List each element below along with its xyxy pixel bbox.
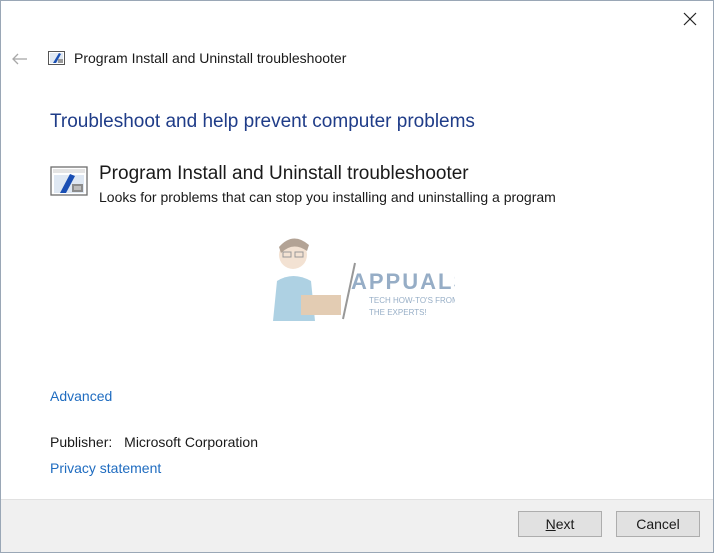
back-button[interactable] [10,49,30,69]
close-button[interactable] [673,5,707,33]
publisher-label: Publisher: [50,434,113,450]
publisher-value: Microsoft Corporation [124,434,258,450]
privacy-statement-link[interactable]: Privacy statement [50,460,161,476]
page-heading: Troubleshoot and help prevent computer p… [50,111,475,132]
publisher-info: Publisher: Microsoft Corporation [50,434,258,450]
next-mnemonic: N [545,516,556,532]
cancel-button[interactable]: Cancel [616,511,700,537]
next-label: ext [555,516,575,532]
close-icon [683,12,697,26]
appuals-watermark: APPUALS TECH HOW-TO'S FROM THE EXPERTS! [273,238,455,321]
advanced-link[interactable]: Advanced [50,388,112,404]
back-arrow-icon [12,53,27,65]
program-install-icon [50,166,88,196]
next-button[interactable]: Next [518,511,602,537]
troubleshooter-window: Program Install and Uninstall troublesho… [0,0,714,553]
watermark-tagline-2: THE EXPERTS! [369,308,427,317]
watermark-tagline-1: TECH HOW-TO'S FROM [369,296,455,305]
footer-bar: Next Cancel [1,499,713,552]
window-title: Program Install and Uninstall troublesho… [74,50,347,66]
watermark-brand: APPUALS [351,269,455,294]
title-bar: Program Install and Uninstall troublesho… [1,45,713,73]
troubleshooter-app-icon [48,51,65,65]
troubleshooter-description: Looks for problems that can stop you ins… [99,189,556,205]
troubleshooter-name: Program Install and Uninstall troublesho… [99,163,469,184]
